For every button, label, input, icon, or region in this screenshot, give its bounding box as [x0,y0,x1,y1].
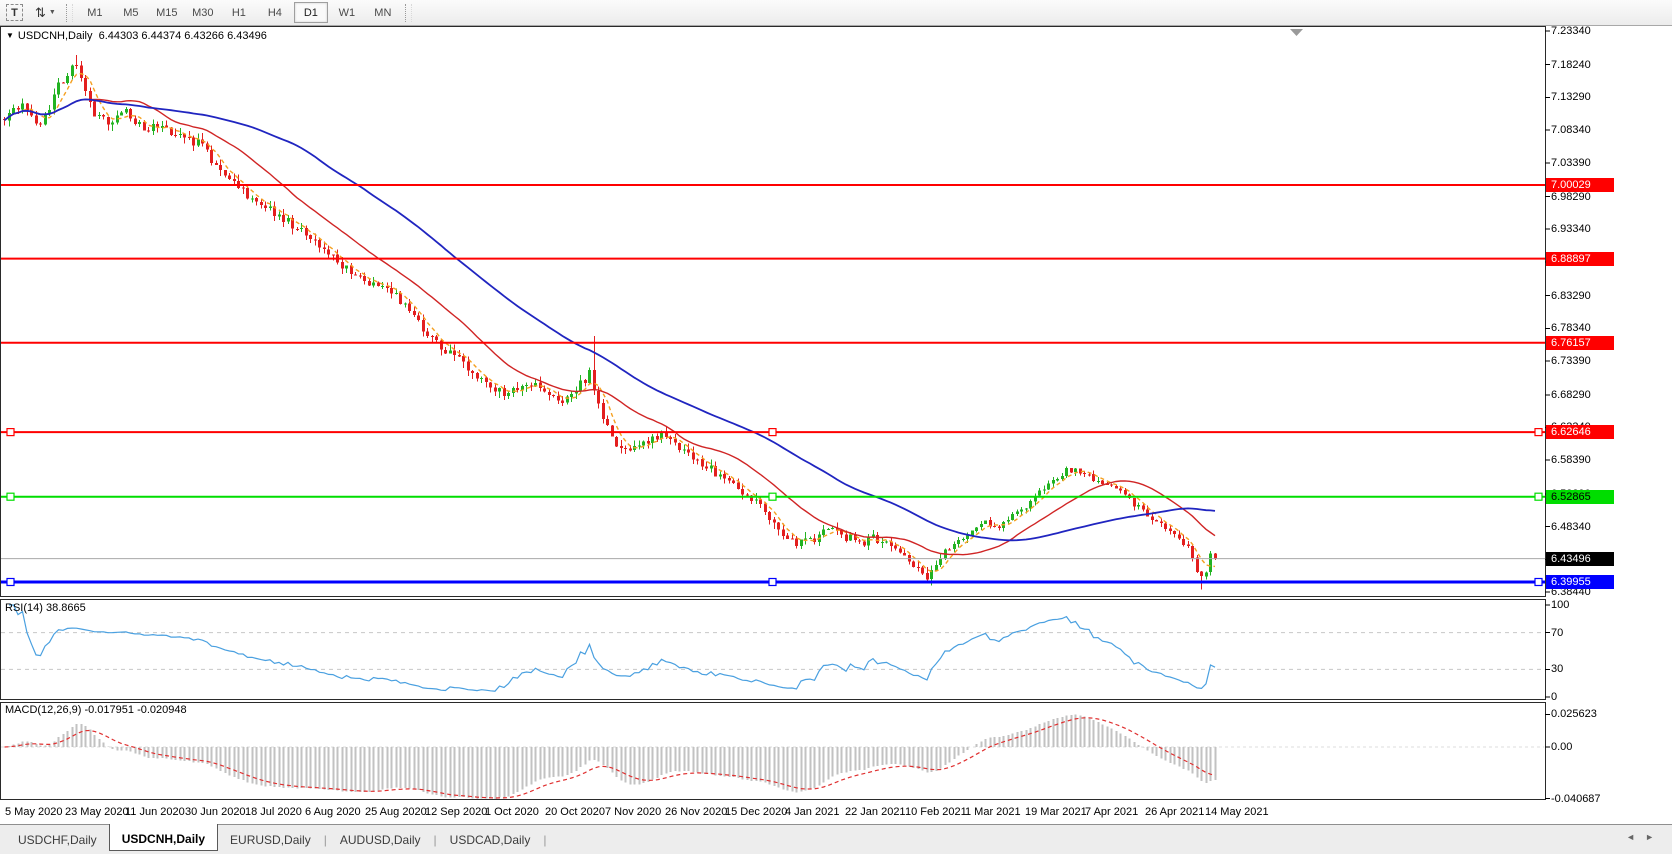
date-tick-label: 15 Dec 2020 [725,806,787,818]
date-tick-label: 19 Mar 2021 [1025,806,1087,818]
chart-tab-eurusd[interactable]: EURUSD,Daily [218,829,323,851]
level-price-badge: 6.88897 [1546,252,1614,266]
current-price-badge: 6.43496 [1546,552,1614,566]
rsi-tick-label: 0 [1551,691,1557,703]
date-tick-label: 14 May 2021 [1205,806,1269,818]
rsi-indicator-label: RSI(14) 38.8665 [5,602,86,614]
macd-plot [1,715,1544,799]
date-tick-label: 10 Feb 2021 [905,806,967,818]
date-tick-label: 22 Jan 2021 [845,806,906,818]
date-tick-label: 26 Apr 2021 [1145,806,1204,818]
price-tick-label: 7.08340 [1551,124,1591,136]
date-tick-label: 23 May 2020 [65,806,129,818]
date-tick-label: 7 Apr 2021 [1085,806,1138,818]
chart-symbol-label: USDCNH,Daily [18,30,93,42]
macd-indicator-label: MACD(12,26,9) -0.017951 -0.020948 [5,704,187,716]
rsi-tick-label: 70 [1551,627,1563,639]
chart-dropdown-icon[interactable]: ▼ [6,31,14,40]
axis-ticks [1545,31,1550,799]
date-tick-label: 30 Jun 2020 [185,806,246,818]
level-price-badge: 6.39955 [1546,575,1614,589]
price-tick-label: 6.93340 [1551,223,1591,235]
price-tick-label: 7.23340 [1551,25,1591,37]
chart-ohlc-values: 6.44303 6.44374 6.43266 6.43496 [99,30,267,42]
date-tick-label: 11 Jun 2020 [125,806,185,818]
date-tick-label: 26 Nov 2020 [665,806,727,818]
price-tick-label: 6.48340 [1551,521,1591,533]
price-tick-label: 6.73390 [1551,355,1591,367]
date-tick-label: 6 Aug 2020 [305,806,361,818]
date-tick-label: 1 Oct 2020 [485,806,539,818]
macd-tick-label: -0.040687 [1551,793,1601,805]
date-tick-label: 1 Mar 2021 [965,806,1021,818]
date-tick-label: 7 Nov 2020 [605,806,661,818]
date-tick-label: 20 Oct 2020 [545,806,605,818]
rsi-plot [1,605,1544,691]
chart-tab-usdchf[interactable]: USDCHF,Daily [6,829,109,851]
date-tick-label: 12 Sep 2020 [425,806,487,818]
price-tick-label: 6.83290 [1551,290,1591,302]
price-tick-label: 6.98290 [1551,191,1591,203]
chart-shift-marker[interactable] [1290,29,1303,36]
macd-tick-label: 0.025623 [1551,708,1597,720]
level-price-badge: 6.62646 [1546,425,1614,439]
level-price-badge: 7.00029 [1546,178,1614,192]
date-tick-label: 5 May 2020 [5,806,62,818]
tab-separator: | [542,833,547,847]
price-tick-label: 7.03390 [1551,157,1591,169]
tab-scroll-right-icon[interactable]: ► [1645,832,1664,842]
chart-canvas[interactable] [0,0,1672,854]
price-tick-label: 6.68290 [1551,389,1591,401]
price-tick-label: 6.58390 [1551,454,1591,466]
rsi-tick-label: 30 [1551,663,1563,675]
candles [3,55,1217,590]
chart-tab-bar: USDCHF,DailyUSDCNH,DailyEURUSD,Daily | AUD… [0,824,1672,854]
tab-scroll-left-icon[interactable]: ◄ [1626,832,1645,842]
price-tick-label: 7.18240 [1551,59,1591,71]
chart-tab-audusd[interactable]: AUDUSD,Daily [328,829,433,851]
horizontal-level-lines[interactable] [1,185,1545,586]
chart-title: ▼ USDCNH,Daily 6.44303 6.44374 6.43266 6.… [6,30,267,42]
date-tick-label: 4 Jan 2021 [785,806,839,818]
level-price-badge: 6.52865 [1546,490,1614,504]
tab-scrollers: ◄► [1626,832,1664,842]
date-tick-label: 25 Aug 2020 [365,806,427,818]
chart-tab-usdcad[interactable]: USDCAD,Daily [438,829,543,851]
rsi-tick-label: 100 [1551,599,1569,611]
mt4-window: T ⇅ ▼ M1M5M15M30H1H4D1W1MN ▼USDCNH,Daily… [0,0,1672,854]
price-tick-label: 7.13290 [1551,91,1591,103]
chart-tab-usdcnh[interactable]: USDCNH,Daily [109,824,218,851]
level-price-badge: 6.76157 [1546,336,1614,350]
price-tick-label: 6.78340 [1551,322,1591,334]
date-tick-label: 18 Jul 2020 [245,806,302,818]
macd-tick-label: 0.00 [1551,741,1572,753]
